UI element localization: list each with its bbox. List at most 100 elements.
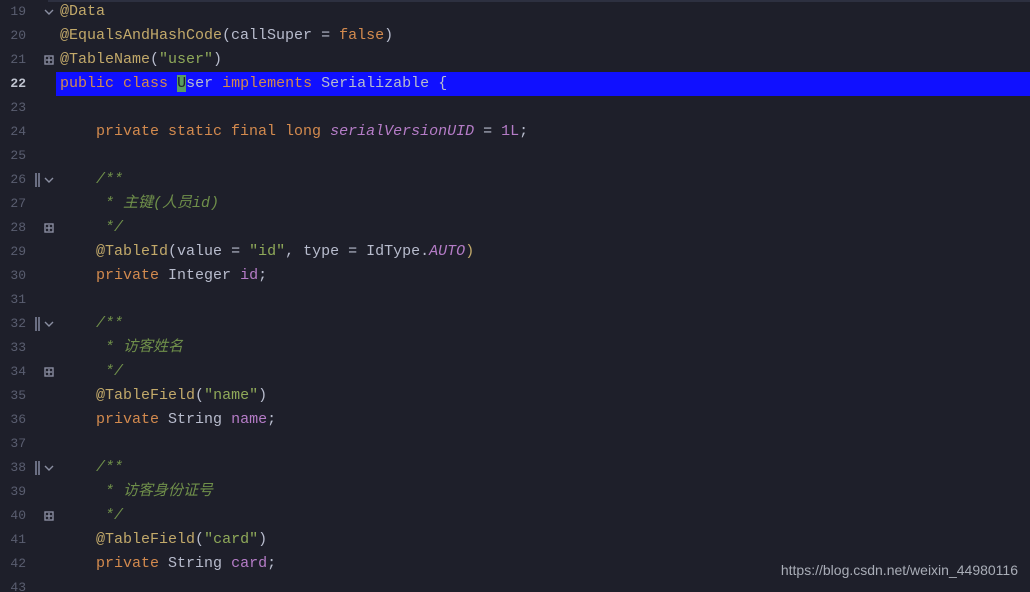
code-line[interactable]: 29 @TableId(value = "id", type = IdType.… xyxy=(0,240,1030,264)
code-line[interactable]: 39 * 访客身份证号 xyxy=(0,480,1030,504)
code-line[interactable]: 31 xyxy=(0,288,1030,312)
line-number: 24 xyxy=(0,120,32,144)
fold-gutter[interactable] xyxy=(42,360,56,384)
change-bar xyxy=(32,0,42,24)
keyword: implements xyxy=(222,75,312,92)
annotation: @EqualsAndHashCode xyxy=(60,27,222,44)
keyword: public xyxy=(60,75,114,92)
code-line[interactable]: 34 */ xyxy=(0,360,1030,384)
fold-gutter[interactable] xyxy=(42,216,56,240)
paren: ( xyxy=(168,243,177,260)
annotation: @TableField xyxy=(96,387,195,404)
dot: . xyxy=(420,243,429,260)
annotation: @TableName xyxy=(60,51,150,68)
code-line[interactable]: 35 @TableField("name") xyxy=(0,384,1030,408)
fold-gutter xyxy=(42,432,56,456)
fold-gutter xyxy=(42,264,56,288)
comment: * 访客姓名 xyxy=(96,339,183,356)
fold-gutter xyxy=(42,96,56,120)
change-bar xyxy=(32,480,42,504)
paren: ( xyxy=(150,51,159,68)
string-literal: "name" xyxy=(204,387,258,404)
code-line[interactable]: 23 xyxy=(0,96,1030,120)
fold-gutter[interactable] xyxy=(42,456,56,480)
code-line[interactable]: 32 /** xyxy=(0,312,1030,336)
comment: */ xyxy=(96,363,123,380)
code-line[interactable]: 19 @Data xyxy=(0,0,1030,24)
line-number: 36 xyxy=(0,408,32,432)
change-bar xyxy=(32,216,42,240)
watermark: https://blog.csdn.net/weixin_44980116 xyxy=(781,558,1018,582)
change-bar xyxy=(32,456,42,480)
code-line[interactable]: 28 */ xyxy=(0,216,1030,240)
code-line[interactable]: 38 /** xyxy=(0,456,1030,480)
paren: ) xyxy=(258,387,267,404)
comment: */ xyxy=(96,219,123,236)
change-bar xyxy=(32,528,42,552)
fold-gutter xyxy=(42,576,56,592)
space xyxy=(222,555,231,572)
paren: ) xyxy=(213,51,222,68)
space xyxy=(168,75,177,92)
code-line-active[interactable]: 22 public class User implements Serializ… xyxy=(0,72,1030,96)
change-bar xyxy=(32,384,42,408)
space xyxy=(159,555,168,572)
keyword: false xyxy=(339,27,384,44)
change-bar xyxy=(32,264,42,288)
line-number: 27 xyxy=(0,192,32,216)
change-bar xyxy=(32,504,42,528)
line-number-active: 22 xyxy=(0,72,32,96)
code-line[interactable]: 21 @TableName("user") xyxy=(0,48,1030,72)
change-bar xyxy=(32,96,42,120)
line-number: 29 xyxy=(0,240,32,264)
space xyxy=(213,75,222,92)
fold-gutter xyxy=(42,240,56,264)
comment: /** xyxy=(96,315,123,332)
code-line[interactable]: 24 private static final long serialVersi… xyxy=(0,120,1030,144)
fold-gutter xyxy=(42,120,56,144)
code-line[interactable]: 25 xyxy=(0,144,1030,168)
fold-gutter[interactable] xyxy=(42,0,56,24)
paren: ) xyxy=(384,27,393,44)
code-line[interactable]: 27 * 主键(人员id) xyxy=(0,192,1030,216)
space xyxy=(159,411,168,428)
code-line[interactable]: 41 @TableField("card") xyxy=(0,528,1030,552)
fold-gutter[interactable] xyxy=(42,504,56,528)
fold-gutter xyxy=(42,528,56,552)
code-editor[interactable]: 19 @Data 20 @EqualsAndHashCode(callSuper… xyxy=(0,0,1030,592)
fold-gutter xyxy=(42,336,56,360)
number-literal: 1L xyxy=(501,123,519,140)
code-line[interactable]: 37 xyxy=(0,432,1030,456)
change-bar xyxy=(32,144,42,168)
code-line[interactable]: 36 private String name; xyxy=(0,408,1030,432)
change-bar xyxy=(32,168,42,192)
comment: */ xyxy=(96,507,123,524)
line-number: 38 xyxy=(0,456,32,480)
space xyxy=(321,123,330,140)
semicolon: ; xyxy=(267,411,276,428)
code-line[interactable]: 20 @EqualsAndHashCode(callSuper = false) xyxy=(0,24,1030,48)
fold-gutter xyxy=(42,480,56,504)
fold-gutter[interactable] xyxy=(42,168,56,192)
code-line[interactable]: 40 */ xyxy=(0,504,1030,528)
fold-gutter xyxy=(42,408,56,432)
fold-gutter[interactable] xyxy=(42,48,56,72)
comment: * 访客身份证号 xyxy=(96,483,213,500)
change-bar xyxy=(32,360,42,384)
type-name: String xyxy=(168,555,222,572)
change-bar xyxy=(32,576,42,592)
space xyxy=(114,75,123,92)
paren: ) xyxy=(465,243,474,260)
class-name: ser xyxy=(186,75,213,92)
param: value xyxy=(177,243,222,260)
comment: * 主键(人员id) xyxy=(96,195,219,212)
change-bar xyxy=(32,72,42,96)
fold-gutter[interactable] xyxy=(42,312,56,336)
change-bar xyxy=(32,432,42,456)
code-line[interactable]: 30 private Integer id; xyxy=(0,264,1030,288)
code-line[interactable]: 26 /** xyxy=(0,168,1030,192)
line-number: 41 xyxy=(0,528,32,552)
change-bar xyxy=(32,24,42,48)
fold-gutter xyxy=(42,192,56,216)
code-line[interactable]: 33 * 访客姓名 xyxy=(0,336,1030,360)
